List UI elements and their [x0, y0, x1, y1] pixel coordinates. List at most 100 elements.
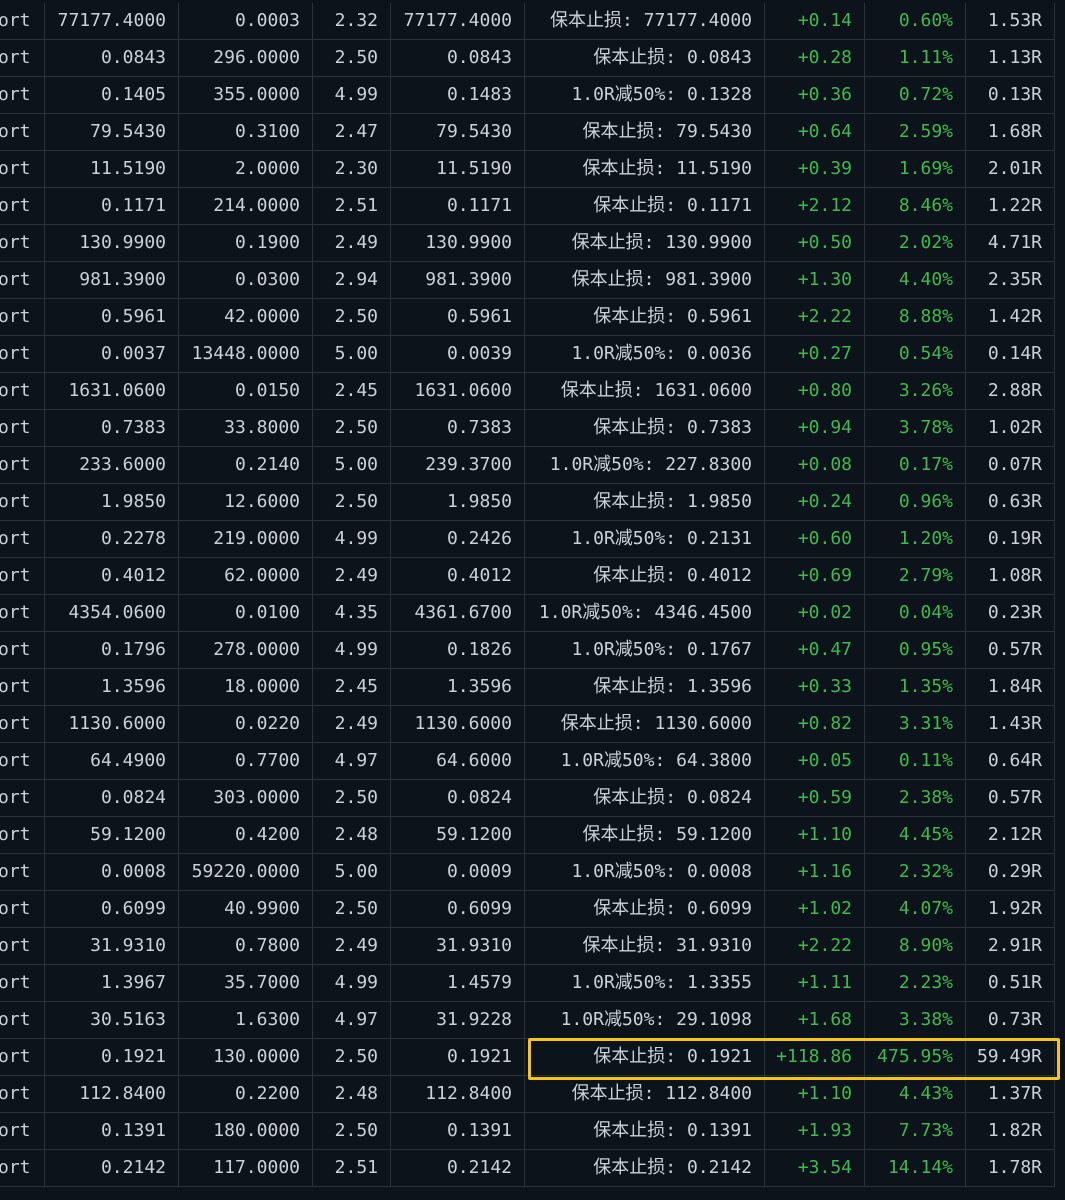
table-row[interactable]: ort 77177.4000 0.0003 2.32 77177.4000 保本止损: 7…: [0, 3, 1055, 40]
r-multiple-cell: 1.68R: [966, 114, 1055, 150]
table-row[interactable]: ort 4354.0600 0.0100 4.35 4361.6700 1.0R减50%:…: [0, 595, 1055, 632]
table-row[interactable]: ort 0.0037 13448.0000 5.00 0.0039 1.0R减50%: 0…: [0, 336, 1055, 373]
entry-price-cell: 0.0843: [45, 40, 179, 76]
table-row[interactable]: ort 0.2142 117.0000 2.51 0.2142 保本止损: 0.2142 +…: [0, 1150, 1055, 1187]
side-cell: ort: [0, 1150, 45, 1186]
pnl-percent-cell: 7.73%: [865, 1113, 966, 1149]
entry-price-cell: 0.2142: [45, 1150, 179, 1186]
pnl-cell: +1.93: [765, 1113, 865, 1149]
table-row[interactable]: ort 0.5961 42.0000 2.50 0.5961 保本止损: 0.5961 +2…: [0, 299, 1055, 336]
table-row[interactable]: ort 1130.6000 0.0220 2.49 1130.6000 保本止损: 113…: [0, 706, 1055, 743]
table-row[interactable]: ort 981.3900 0.0300 2.94 981.3900 保本止损: 981.3…: [0, 262, 1055, 299]
pnl-cell: +0.47: [765, 632, 865, 668]
pnl-percent-cell: 1.35%: [865, 669, 966, 705]
pnl-cell: +118.86: [765, 1039, 865, 1075]
table-row[interactable]: ort 0.6099 40.9900 2.50 0.6099 保本止损: 0.6099 +1…: [0, 891, 1055, 928]
table-row[interactable]: ort 1.3596 18.0000 2.45 1.3596 保本止损: 1.3596 +0…: [0, 669, 1055, 706]
stop-note-cell: 保本止损: 1130.6000: [525, 706, 765, 742]
exit-price-cell: 1.9850: [391, 484, 525, 520]
pnl-percent-cell: 4.07%: [865, 891, 966, 927]
pnl-percent-cell: 2.38%: [865, 780, 966, 816]
entry-price-cell: 31.9310: [45, 928, 179, 964]
risk-cell: 2.45: [313, 373, 391, 409]
stop-note-cell: 保本止损: 130.9900: [525, 225, 765, 261]
quantity-cell: 214.0000: [179, 188, 313, 224]
table-row[interactable]: ort 0.7383 33.8000 2.50 0.7383 保本止损: 0.7383 +0…: [0, 410, 1055, 447]
quantity-cell: 12.6000: [179, 484, 313, 520]
table-row[interactable]: ort 112.8400 0.2200 2.48 112.8400 保本止损: 112.8…: [0, 1076, 1055, 1113]
table-row[interactable]: ort 0.1391 180.0000 2.50 0.1391 保本止损: 0.1391 +…: [0, 1113, 1055, 1150]
table-row[interactable]: ort 130.9900 0.1900 2.49 130.9900 保本止损: 130.9…: [0, 225, 1055, 262]
exit-price-cell: 0.0824: [391, 780, 525, 816]
table-row[interactable]: ort 0.1921 130.0000 2.50 0.1921 保本止损: 0.1921 +…: [0, 1039, 1055, 1076]
table-row[interactable]: ort 0.2278 219.0000 4.99 0.2426 1.0R减50%: 0.2…: [0, 521, 1055, 558]
r-multiple-cell: 0.64R: [966, 743, 1055, 779]
pnl-percent-cell: 8.90%: [865, 928, 966, 964]
entry-price-cell: 30.5163: [45, 1002, 179, 1038]
risk-cell: 2.50: [313, 1113, 391, 1149]
r-multiple-cell: 2.88R: [966, 373, 1055, 409]
r-multiple-cell: 1.82R: [966, 1113, 1055, 1149]
r-multiple-cell: 1.84R: [966, 669, 1055, 705]
entry-price-cell: 112.8400: [45, 1076, 179, 1112]
risk-cell: 4.99: [313, 965, 391, 1001]
table-row[interactable]: ort 233.6000 0.2140 5.00 239.3700 1.0R减50%: 2…: [0, 447, 1055, 484]
quantity-cell: 0.0300: [179, 262, 313, 298]
table-row[interactable]: ort 64.4900 0.7700 4.97 64.6000 1.0R减50%: 64.…: [0, 743, 1055, 780]
side-cell: ort: [0, 632, 45, 668]
side-cell: ort: [0, 188, 45, 224]
table-row[interactable]: ort 30.5163 1.6300 4.97 31.9228 1.0R减50%: 29.…: [0, 1002, 1055, 1039]
table-row[interactable]: ort 11.5190 2.0000 2.30 11.5190 保本止损: 11.5190…: [0, 151, 1055, 188]
quantity-cell: 40.9900: [179, 891, 313, 927]
quantity-cell: 0.7800: [179, 928, 313, 964]
side-cell: ort: [0, 151, 45, 187]
quantity-cell: 219.0000: [179, 521, 313, 557]
table-row[interactable]: ort 1631.0600 0.0150 2.45 1631.0600 保本止损: 163…: [0, 373, 1055, 410]
r-multiple-cell: 59.49R: [966, 1039, 1055, 1075]
side-cell: ort: [0, 484, 45, 520]
pnl-cell: +2.22: [765, 299, 865, 335]
table-row[interactable]: ort 31.9310 0.7800 2.49 31.9310 保本止损: 31.9310…: [0, 928, 1055, 965]
table-row[interactable]: ort 0.1405 355.0000 4.99 0.1483 1.0R减50%: 0.1…: [0, 77, 1055, 114]
pnl-cell: +0.33: [765, 669, 865, 705]
table-row[interactable]: ort 0.1171 214.0000 2.51 0.1171 保本止损: 0.1171 +…: [0, 188, 1055, 225]
pnl-percent-cell: 1.69%: [865, 151, 966, 187]
pnl-cell: +0.05: [765, 743, 865, 779]
entry-price-cell: 1130.6000: [45, 706, 179, 742]
table-row[interactable]: ort 0.0824 303.0000 2.50 0.0824 保本止损: 0.0824 +…: [0, 780, 1055, 817]
stop-note-cell: 保本止损: 0.4012: [525, 558, 765, 594]
pnl-cell: +0.24: [765, 484, 865, 520]
risk-cell: 2.94: [313, 262, 391, 298]
quantity-cell: 180.0000: [179, 1113, 313, 1149]
risk-cell: 2.50: [313, 780, 391, 816]
table-row[interactable]: ort 59.1200 0.4200 2.48 59.1200 保本止损: 59.1200…: [0, 817, 1055, 854]
exit-price-cell: 1.3596: [391, 669, 525, 705]
pnl-cell: +1.02: [765, 891, 865, 927]
risk-cell: 2.49: [313, 225, 391, 261]
pnl-cell: +1.16: [765, 854, 865, 890]
stop-note-cell: 保本止损: 11.5190: [525, 151, 765, 187]
table-row[interactable]: ort 0.0843 296.0000 2.50 0.0843 保本止损: 0.0843 +…: [0, 40, 1055, 77]
entry-price-cell: 0.0824: [45, 780, 179, 816]
r-multiple-cell: 0.51R: [966, 965, 1055, 1001]
table-row[interactable]: ort 0.4012 62.0000 2.49 0.4012 保本止损: 0.4012 +0…: [0, 558, 1055, 595]
side-cell: ort: [0, 669, 45, 705]
side-cell: ort: [0, 743, 45, 779]
pnl-cell: +0.59: [765, 780, 865, 816]
pnl-cell: +0.08: [765, 447, 865, 483]
r-multiple-cell: 1.42R: [966, 299, 1055, 335]
table-row[interactable]: ort 79.5430 0.3100 2.47 79.5430 保本止损: 79.5430…: [0, 114, 1055, 151]
exit-price-cell: 1.4579: [391, 965, 525, 1001]
entry-price-cell: 1.9850: [45, 484, 179, 520]
exit-price-cell: 59.1200: [391, 817, 525, 853]
table-row[interactable]: ort 1.9850 12.6000 2.50 1.9850 保本止损: 1.9850 +0…: [0, 484, 1055, 521]
side-cell: ort: [0, 225, 45, 261]
table-row[interactable]: ort 1.3967 35.7000 4.99 1.4579 1.0R减50%: 1.33…: [0, 965, 1055, 1002]
r-multiple-cell: 1.13R: [966, 40, 1055, 76]
pnl-percent-cell: 0.11%: [865, 743, 966, 779]
pnl-cell: +0.27: [765, 336, 865, 372]
pnl-cell: +0.02: [765, 595, 865, 631]
pnl-cell: +1.10: [765, 817, 865, 853]
table-row[interactable]: ort 0.0008 59220.0000 5.00 0.0009 1.0R减50%: 0…: [0, 854, 1055, 891]
table-row[interactable]: ort 0.1796 278.0000 4.99 0.1826 1.0R减50%: 0.1…: [0, 632, 1055, 669]
